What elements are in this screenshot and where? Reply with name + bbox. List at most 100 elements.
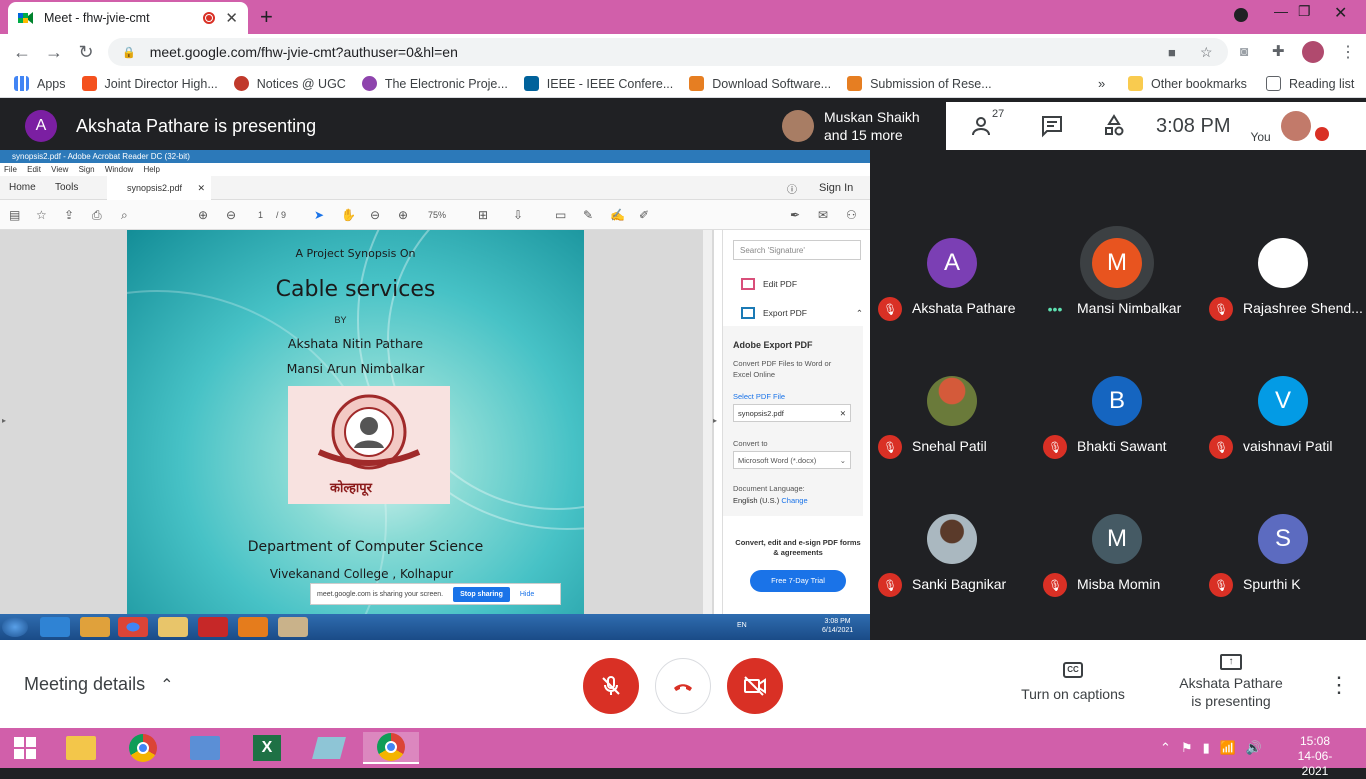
flag-icon[interactable]: ⚑	[1181, 740, 1193, 756]
share-user-icon[interactable]: ⚇	[846, 208, 857, 222]
participant-tile[interactable]: M 🎙 Misba Momin	[1035, 506, 1201, 616]
doc-scrollbar[interactable]	[703, 230, 712, 614]
page-number-field[interactable]: 1	[258, 210, 263, 220]
other-bookmarks[interactable]: Other bookmarks	[1128, 76, 1247, 91]
tab-home[interactable]: Home	[9, 182, 36, 193]
participant-tile[interactable]: V 🎙 vaishnavi Patil	[1201, 368, 1366, 478]
leave-call-button[interactable]	[655, 658, 711, 714]
meeting-details-button[interactable]: Meeting details ⌃	[24, 674, 174, 695]
sign-icon[interactable]: ✍	[610, 208, 625, 222]
bookmark-item[interactable]: The Electronic Proje...	[361, 76, 508, 91]
upload-icon[interactable]: ⇪	[64, 208, 74, 222]
activities-icon[interactable]	[1102, 114, 1126, 138]
forward-icon[interactable]: →	[38, 42, 70, 63]
windows-start-icon[interactable]	[0, 732, 50, 764]
maximize-button[interactable]: ❐	[1298, 3, 1311, 20]
hand-tool-icon[interactable]: ✋	[341, 208, 356, 222]
address-bar[interactable]: 🔒 meet.google.com/fhw-jvie-cmt?authuser=…	[108, 38, 1228, 66]
close-tab-icon[interactable]: ✕	[225, 9, 238, 27]
camera-icon[interactable]: ■	[1168, 45, 1176, 60]
presenting-info-button[interactable]: ↑ Akshata Pathare is presenting	[1168, 654, 1294, 710]
change-lang-link[interactable]: Change	[781, 496, 807, 505]
bookmark-item[interactable]: IEEE - IEEE Confere...	[523, 76, 673, 91]
bookmark-star-icon[interactable]: ☆	[1200, 44, 1213, 61]
tab-tools[interactable]: Tools	[55, 182, 78, 193]
back-icon[interactable]: ←	[6, 42, 38, 63]
right-panel-toggle-icon[interactable]: ▸	[713, 416, 717, 425]
star-icon[interactable]: ☆	[36, 208, 47, 222]
bookmark-item[interactable]: Notices @ UGC	[233, 76, 346, 91]
participant-tile[interactable]: 🎙 Snehal Patil	[870, 368, 1036, 478]
signal-icon[interactable]: 📶	[1220, 740, 1236, 756]
free-trial-button[interactable]: Free 7-Day Trial	[750, 570, 846, 592]
format-select[interactable]: Microsoft Word (*.docx) ⌄	[733, 451, 851, 469]
reading-list[interactable]: Reading list	[1266, 76, 1354, 91]
mail-icon[interactable]: ✉	[818, 208, 828, 222]
menu-sign[interactable]: Sign	[79, 165, 95, 174]
clear-file-icon[interactable]: ✕	[840, 409, 846, 418]
people-icon[interactable]: 27	[972, 108, 1004, 138]
profile-avatar[interactable]	[1302, 41, 1324, 63]
camera-toggle-button[interactable]	[727, 658, 783, 714]
participant-tile[interactable]: S 🎙 Spurthi K	[1201, 506, 1366, 616]
volume-icon[interactable]: 🔊	[1246, 740, 1262, 756]
select-tool-icon[interactable]: ➤	[314, 208, 324, 222]
screenshot-icon[interactable]: ◙	[1240, 43, 1248, 59]
search-icon[interactable]: ⌕	[121, 208, 128, 223]
page-up-icon[interactable]: ⊕	[198, 208, 208, 222]
more-bookmarks-icon[interactable]: »	[1098, 76, 1105, 91]
participants-pill[interactable]: Muskan Shaikh and 15 more	[774, 102, 946, 150]
extensions-icon[interactable]: ✚	[1272, 42, 1285, 60]
participant-tile[interactable]: 🎙 Sanki Bagnikar	[870, 506, 1036, 616]
panel-search-input[interactable]: Search 'Signature'	[733, 240, 861, 260]
close-doc-icon[interactable]: ✕	[197, 176, 205, 200]
left-panel-toggle-icon[interactable]: ▸	[2, 416, 6, 425]
selected-file-field[interactable]: synopsis2.pdf ✕	[733, 404, 851, 422]
page-down-icon[interactable]: ⊖	[226, 208, 236, 222]
menu-help[interactable]: Help	[144, 165, 160, 174]
zoom-field[interactable]: 75%	[428, 210, 446, 220]
chat-icon[interactable]	[1040, 114, 1064, 138]
chrome-icon[interactable]	[115, 732, 171, 764]
sign-tool-icon[interactable]: ✒	[790, 208, 800, 222]
edit-pdf-item[interactable]: Edit PDF	[741, 278, 797, 290]
menu-edit[interactable]: Edit	[27, 165, 41, 174]
export-pdf-item[interactable]: Export PDF ⌃	[741, 307, 865, 319]
new-tab-button[interactable]: +	[260, 4, 273, 30]
zoom-in-icon[interactable]: ⊕	[398, 208, 408, 222]
participant-tile[interactable]: A 🎙 Akshata Pathare	[870, 230, 1036, 340]
fit-page-icon[interactable]: ⊞	[478, 208, 488, 222]
comment-icon[interactable]: ▭	[555, 208, 566, 222]
notes-app-icon[interactable]	[301, 732, 357, 764]
system-clock[interactable]: 15:08 14-06-2021	[1290, 734, 1340, 779]
menu-file[interactable]: File	[4, 165, 17, 174]
menu-icon[interactable]: ⋮	[1340, 42, 1356, 62]
print-icon[interactable]: ⎙	[92, 208, 102, 223]
zoom-out-icon[interactable]: ⊖	[370, 208, 380, 222]
hide-button[interactable]: Hide	[520, 591, 534, 598]
participant-tile[interactable]: 🎙 Rajashree Shend...	[1201, 230, 1366, 340]
show-hidden-icons[interactable]: ⌃	[1160, 740, 1171, 756]
chrome-active-icon[interactable]	[363, 732, 419, 764]
bookmark-item[interactable]: Submission of Rese...	[847, 76, 992, 91]
mic-toggle-button[interactable]	[583, 658, 639, 714]
keyboard-app-icon[interactable]	[177, 732, 233, 764]
document-view[interactable]: A Project Synopsis On Cable services BY …	[0, 230, 717, 614]
collapse-icon[interactable]: ⌃	[856, 308, 863, 319]
participant-tile[interactable]: B 🎙 Bhakti Sawant	[1035, 368, 1201, 478]
battery-icon[interactable]: ▮	[1203, 740, 1210, 756]
pen-icon[interactable]: ✎	[583, 208, 593, 222]
excel-icon[interactable]: X	[239, 732, 295, 764]
minimize-button[interactable]: —	[1274, 3, 1288, 19]
bookmark-item[interactable]: Joint Director High...	[81, 76, 218, 91]
participant-tile[interactable]: M ••• Mansi Nimbalkar	[1035, 230, 1201, 340]
close-window-button[interactable]: ✕	[1334, 3, 1347, 23]
tab-document[interactable]: synopsis2.pdf ✕	[107, 176, 211, 200]
browser-tab-meet[interactable]: Meet - fhw-jvie-cmt ✕	[8, 2, 248, 34]
tab-search-icon[interactable]	[1234, 8, 1248, 22]
help-icon[interactable]: ⓘ	[787, 181, 797, 196]
captions-button[interactable]: CC Turn on captions	[1010, 660, 1136, 702]
sign-in-link[interactable]: Sign In	[819, 182, 853, 194]
scroll-mode-icon[interactable]: ⇩	[513, 208, 523, 222]
save-icon[interactable]: ▤	[9, 208, 20, 222]
